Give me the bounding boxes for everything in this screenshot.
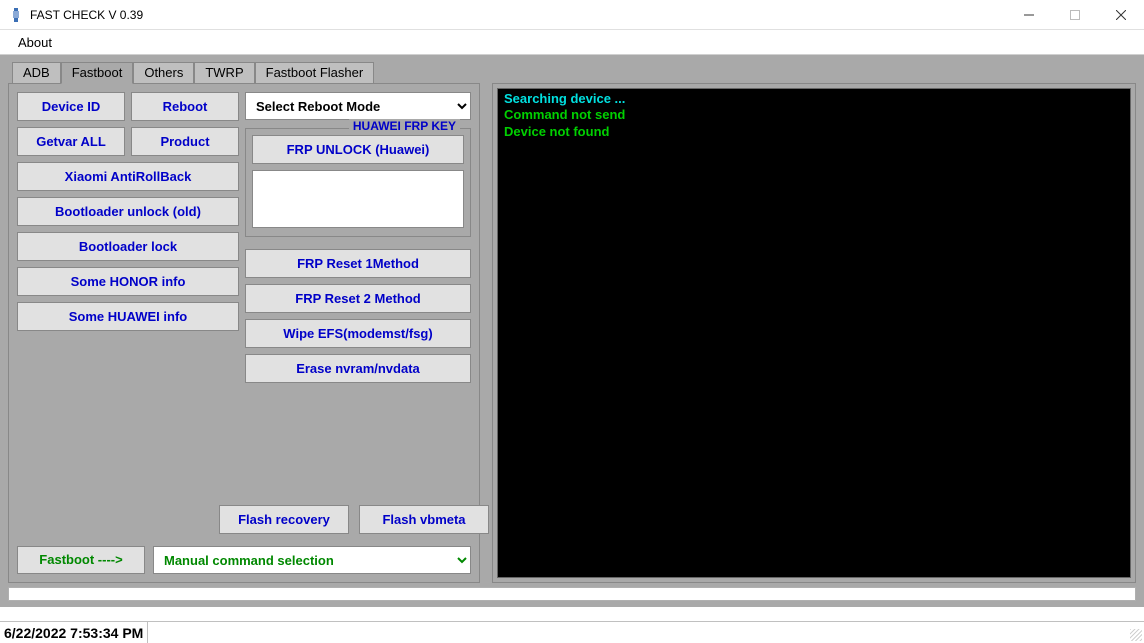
left-panel: Device ID Reboot Getvar ALL Product Xiao… [8,83,480,583]
status-datetime: 6/22/2022 7:53:34 PM [4,625,143,641]
resize-grip[interactable] [1130,629,1142,641]
content-area: ADB Fastboot Others TWRP Fastboot Flashe… [0,55,1144,607]
menu-about[interactable]: About [12,33,58,52]
window-title: FAST CHECK V 0.39 [30,8,1006,22]
huawei-frp-key-legend: HUAWEI FRP KEY [349,119,460,133]
tab-twrp[interactable]: TWRP [194,62,254,84]
huawei-frp-group: HUAWEI FRP KEY FRP UNLOCK (Huawei) [245,128,471,237]
xiaomi-antirollback-button[interactable]: Xiaomi AntiRollBack [17,162,239,191]
tabstrip: ADB Fastboot Others TWRP Fastboot Flashe… [12,61,1136,83]
flash-vbmeta-button[interactable]: Flash vbmeta [359,505,489,534]
frp-reset-1-button[interactable]: FRP Reset 1Method [245,249,471,278]
flash-recovery-button[interactable]: Flash recovery [219,505,349,534]
frp-reset-2-button[interactable]: FRP Reset 2 Method [245,284,471,313]
titlebar: FAST CHECK V 0.39 [0,0,1144,30]
frp-unlock-huawei-button[interactable]: FRP UNLOCK (Huawei) [252,135,464,164]
tab-fastboot[interactable]: Fastboot [61,62,134,84]
bootloader-unlock-old-button[interactable]: Bootloader unlock (old) [17,197,239,226]
window-controls [1006,0,1144,30]
right-panel: Searching device ...Command not sendDevi… [492,83,1136,583]
bootloader-lock-button[interactable]: Bootloader lock [17,232,239,261]
reboot-mode-select[interactable]: Select Reboot Mode [245,92,471,120]
some-huawei-info-button[interactable]: Some HUAWEI info [17,302,239,331]
erase-nvram-button[interactable]: Erase nvram/nvdata [245,354,471,383]
manual-command-select[interactable]: Manual command selection [153,546,471,574]
tab-others[interactable]: Others [133,62,194,84]
reboot-button[interactable]: Reboot [131,92,239,121]
maximize-button[interactable] [1052,0,1098,30]
device-id-button[interactable]: Device ID [17,92,125,121]
getvar-all-button[interactable]: Getvar ALL [17,127,125,156]
fastboot-label: Fastboot ----> [17,546,145,574]
progress-bar [8,587,1136,601]
some-honor-info-button[interactable]: Some HONOR info [17,267,239,296]
tab-fastboot-flasher[interactable]: Fastboot Flasher [255,62,375,84]
minimize-button[interactable] [1006,0,1052,30]
app-icon [8,7,24,23]
huawei-frp-key-input[interactable] [252,170,464,228]
wipe-efs-button[interactable]: Wipe EFS(modemst/fsg) [245,319,471,348]
product-button[interactable]: Product [131,127,239,156]
menubar: About [0,30,1144,55]
tab-adb[interactable]: ADB [12,62,61,84]
console-output[interactable]: Searching device ...Command not sendDevi… [497,88,1131,578]
statusbar: 6/22/2022 7:53:34 PM [0,621,1144,643]
close-button[interactable] [1098,0,1144,30]
